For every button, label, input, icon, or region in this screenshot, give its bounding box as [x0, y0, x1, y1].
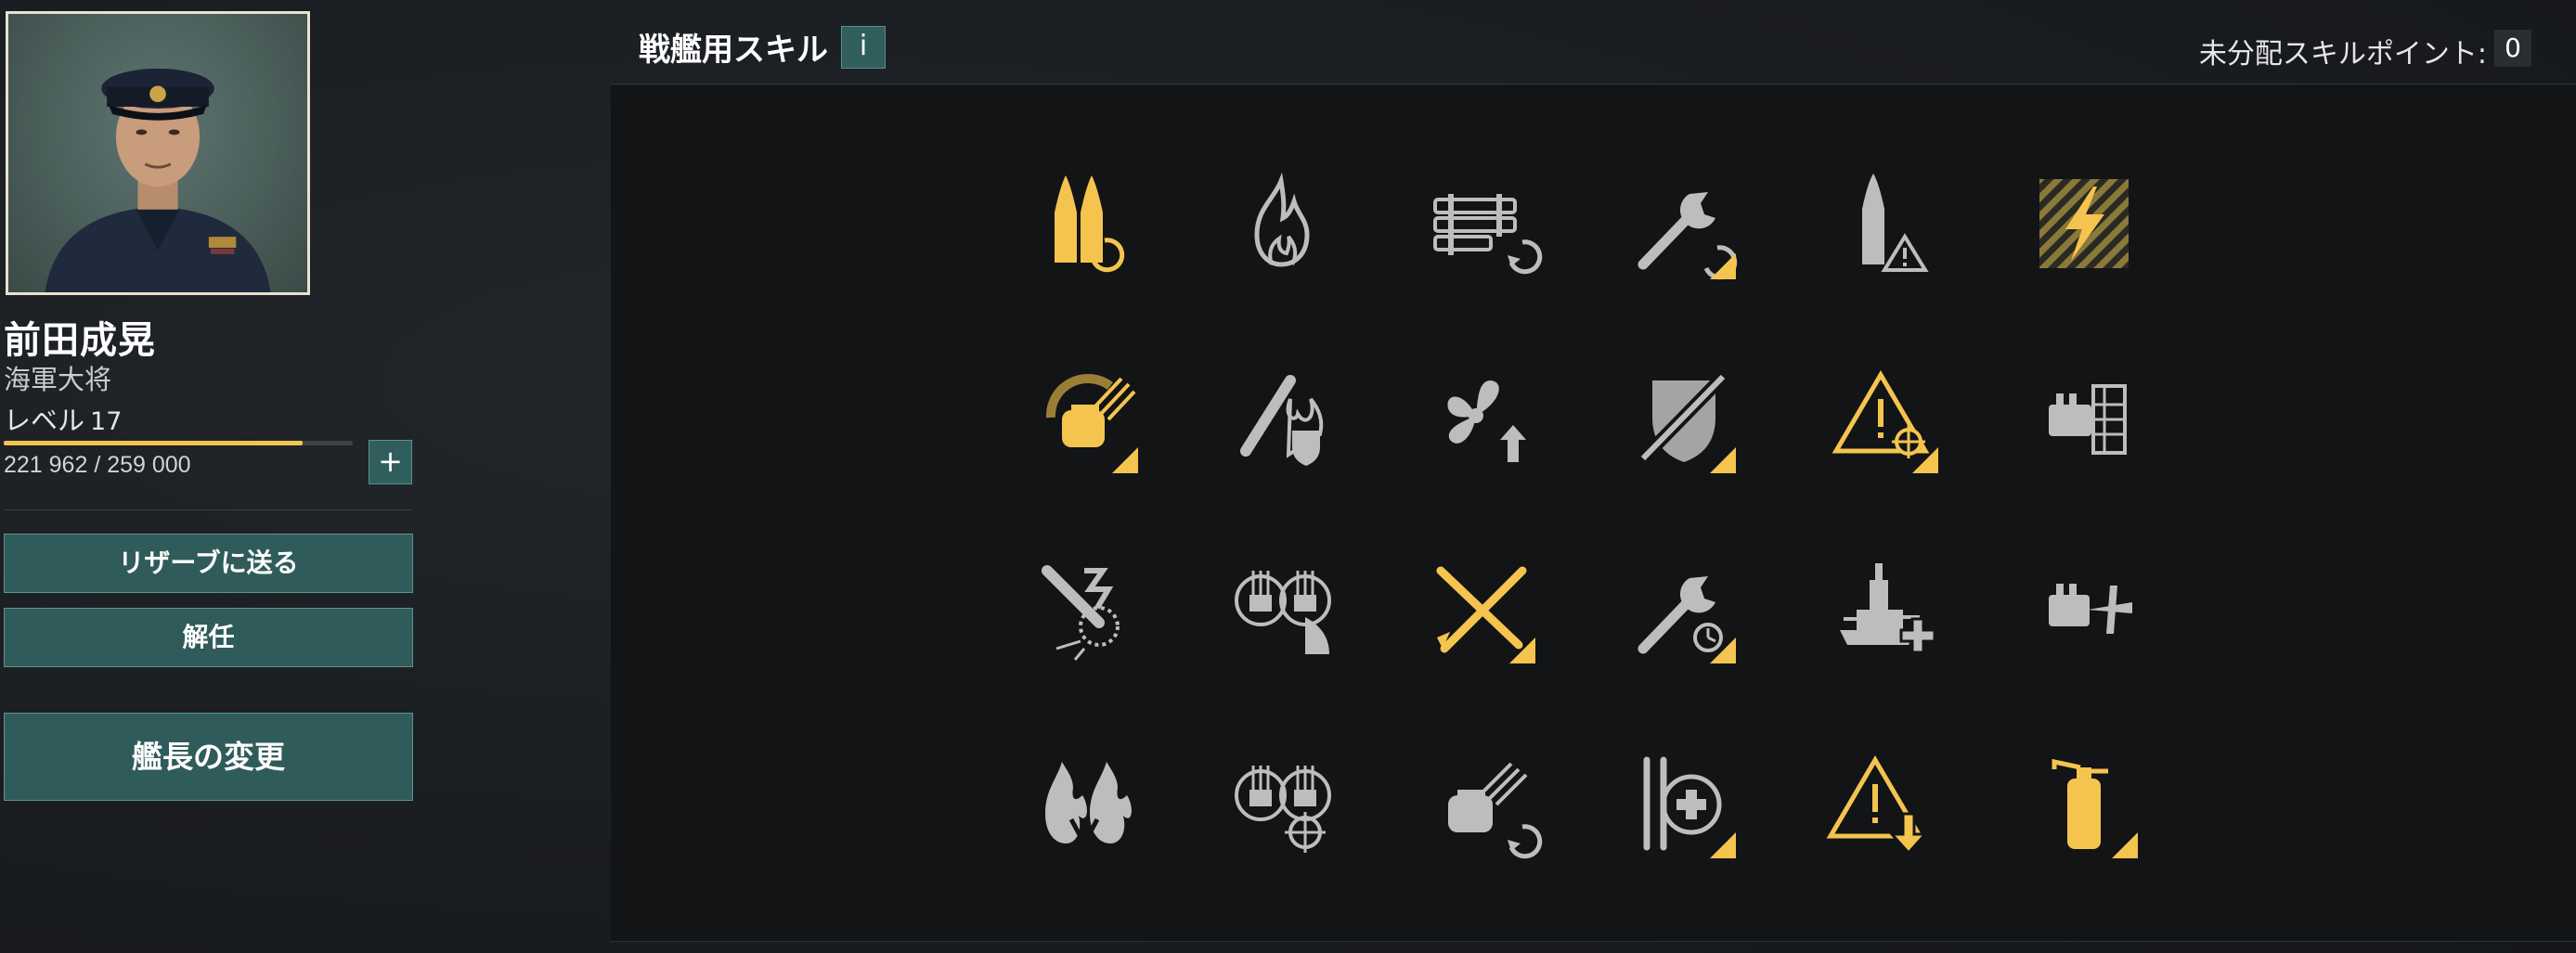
- xp-text: 221 962 / 259 000: [4, 452, 191, 478]
- skill-points-label: 未分配スキルポイント:: [2198, 38, 2487, 71]
- skill-crossed-torpedoes[interactable]: [1426, 552, 1537, 663]
- skill-propeller-boost[interactable]: [1426, 362, 1537, 473]
- level-label: レベル: [4, 405, 85, 436]
- wrench-repair-icon: [1638, 192, 1738, 280]
- skill-points-value: 0: [2494, 30, 2531, 67]
- send-to-reserve-button[interactable]: リザーブに送る: [4, 534, 413, 593]
- propeller-boost-icon: [1447, 380, 1526, 462]
- skill-gun-crosshair[interactable]: [1225, 747, 1337, 858]
- info-button[interactable]: i: [841, 26, 886, 69]
- skill-double-fire[interactable]: [1029, 747, 1140, 858]
- skill-turret-reload[interactable]: [1426, 747, 1543, 859]
- fire-extinguisher-icon: [2052, 758, 2138, 858]
- armor-shield-icon: [1638, 372, 1736, 473]
- divider: [4, 509, 412, 510]
- skills-grid: [611, 85, 2576, 941]
- skill-repair-heal[interactable]: [1626, 747, 1738, 858]
- commander-portrait: [6, 11, 310, 295]
- double-shell-reload-icon: [1055, 175, 1125, 273]
- skill-fire-resistance[interactable]: [1225, 362, 1337, 473]
- torpedo-reload-icon: [1433, 194, 1543, 275]
- secondary-aircraft-icon: [2049, 584, 2132, 634]
- skills-title: 戦艦用スキル: [639, 32, 828, 69]
- skill-battleship-heal[interactable]: [1829, 552, 1940, 663]
- turret-reload-icon: [1448, 762, 1543, 859]
- double-fire-icon: [1045, 762, 1132, 845]
- skill-wrench-repair[interactable]: [1626, 168, 1738, 280]
- warning-down-icon: [1826, 755, 1929, 856]
- skill-shell-warning[interactable]: [1829, 168, 1940, 279]
- skill-armor-shield[interactable]: [1626, 362, 1738, 473]
- commander-level-row: レベル 17: [4, 399, 122, 438]
- repair-heal-icon: [1643, 756, 1736, 858]
- skill-double-shell-reload[interactable]: [1029, 168, 1140, 279]
- divider: [611, 941, 2576, 942]
- commander-rank: 海軍大将: [4, 364, 112, 395]
- fire-resistance-icon: [1240, 375, 1324, 466]
- skill-aa-gun-range[interactable]: [1225, 552, 1337, 663]
- xp-progress-bar: [4, 441, 353, 445]
- turret-traverse-icon: [1045, 373, 1138, 473]
- commander-name: 前田成晃: [4, 319, 156, 362]
- skill-torpedo-reload[interactable]: [1426, 168, 1543, 279]
- skill-lightning-hazard[interactable]: [2028, 168, 2140, 279]
- skill-wrench-timer[interactable]: [1626, 552, 1738, 663]
- crossed-torpedoes-icon: [1436, 566, 1535, 663]
- skill-warning-down[interactable]: [1826, 747, 1940, 858]
- dismiss-button[interactable]: 解任: [4, 608, 413, 667]
- skill-fire-extinguisher[interactable]: [2028, 747, 2140, 858]
- add-xp-button[interactable]: +: [369, 440, 412, 484]
- wrench-timer-icon: [1638, 576, 1736, 663]
- skill-secondary-aircraft[interactable]: [2028, 552, 2140, 663]
- skill-warning-target[interactable]: [1829, 362, 1940, 473]
- secondary-battery-icon: [2049, 384, 2127, 455]
- aa-burst-icon: [1042, 565, 1120, 661]
- commander-panel: 前田成晃 海軍大将 レベル 17 221 962 / 259 000 + リザーブ…: [0, 0, 427, 953]
- lightning-hazard-icon: [2039, 179, 2129, 268]
- battleship-heal-icon: [1840, 563, 1936, 654]
- skill-fire[interactable]: [1225, 168, 1337, 279]
- skill-turret-traverse[interactable]: [1029, 362, 1140, 473]
- skill-secondary-battery[interactable]: [2028, 362, 2140, 473]
- fire-icon: [1254, 172, 1310, 267]
- shell-warning-icon: [1862, 174, 1929, 272]
- gun-crosshair-icon: [1235, 766, 1331, 853]
- change-commander-button[interactable]: 艦長の変更: [4, 713, 413, 801]
- xp-progress-fill: [4, 441, 304, 445]
- aa-gun-range-icon: [1235, 571, 1331, 654]
- skill-aa-burst[interactable]: [1029, 552, 1140, 663]
- warning-target-icon: [1832, 370, 1938, 473]
- level-value: 17: [90, 407, 123, 436]
- skills-header: 戦艦用スキル i 未分配スキルポイント: 0: [611, 0, 2576, 85]
- commander-portrait-image: [45, 68, 271, 292]
